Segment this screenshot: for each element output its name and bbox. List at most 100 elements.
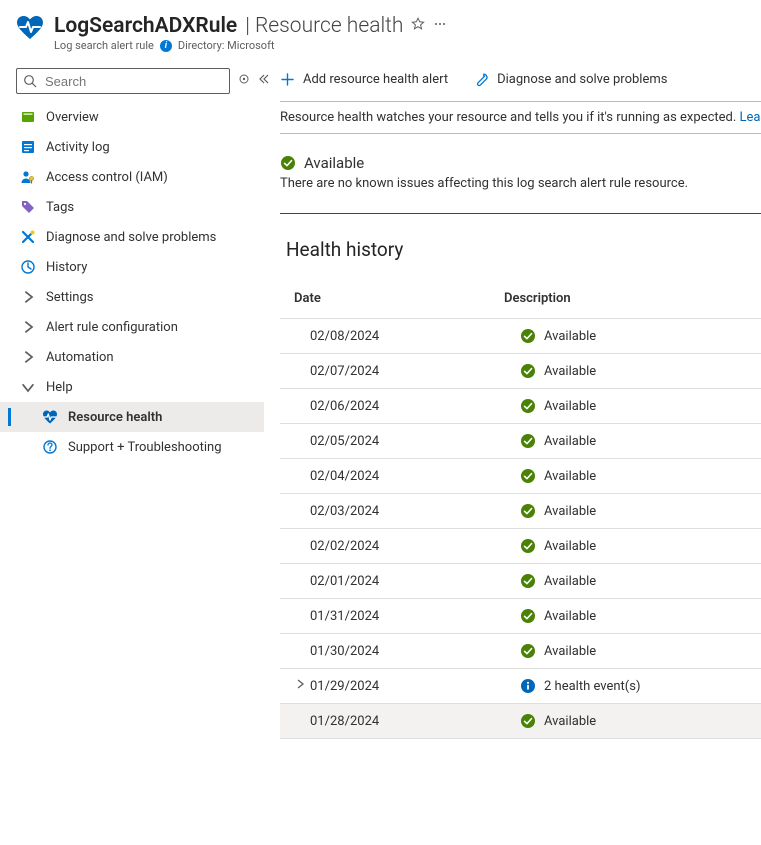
activity-log-icon bbox=[20, 139, 36, 155]
table-row[interactable]: 02/04/2024Available bbox=[280, 459, 761, 494]
status-ok-icon bbox=[520, 503, 536, 519]
status-ok-icon bbox=[520, 713, 536, 729]
cell-description: Available bbox=[520, 573, 761, 589]
favorite-star-icon[interactable] bbox=[411, 17, 425, 35]
diagnose-button[interactable]: Diagnose and solve problems bbox=[474, 72, 667, 87]
table-row[interactable]: 02/03/2024Available bbox=[280, 494, 761, 529]
page-header: LogSearchADXRule | Resource health Log s… bbox=[0, 0, 761, 58]
cell-date: 01/28/2024 bbox=[310, 714, 520, 729]
sidebar-search-input[interactable] bbox=[43, 73, 223, 90]
toolbar: Add resource health alert Diagnose and s… bbox=[280, 64, 761, 101]
table-row[interactable]: 02/01/2024Available bbox=[280, 564, 761, 599]
plus-icon bbox=[280, 72, 295, 87]
sidebar-item-label: Support + Troubleshooting bbox=[68, 440, 222, 455]
table-row[interactable]: 01/31/2024Available bbox=[280, 599, 761, 634]
cell-date: 02/06/2024 bbox=[310, 399, 520, 414]
cell-description: Available bbox=[520, 608, 761, 624]
table-row[interactable]: 02/08/2024Available bbox=[280, 319, 761, 354]
table-row[interactable]: 02/06/2024Available bbox=[280, 389, 761, 424]
table-header: Date Description bbox=[280, 283, 761, 319]
sidebar-item-activity-log[interactable]: Activity log bbox=[0, 132, 264, 162]
table-row[interactable]: 02/02/2024Available bbox=[280, 529, 761, 564]
sidebar-item-label: Diagnose and solve problems bbox=[46, 230, 216, 245]
chevron-down-icon bbox=[20, 379, 36, 395]
cell-date: 02/04/2024 bbox=[310, 469, 520, 484]
button-label: Add resource health alert bbox=[303, 72, 448, 87]
wrench-icon bbox=[474, 72, 489, 87]
sidebar-item-label: Alert rule configuration bbox=[46, 320, 178, 335]
sidebar-item-automation[interactable]: Automation bbox=[0, 342, 264, 372]
table-row[interactable]: 01/28/2024Available bbox=[280, 704, 761, 739]
table-row[interactable]: 02/07/2024Available bbox=[280, 354, 761, 389]
history-icon bbox=[20, 259, 36, 275]
status-label: Available bbox=[304, 154, 364, 172]
resource-type-label: Log search alert rule bbox=[54, 39, 154, 52]
iam-icon bbox=[20, 169, 36, 185]
learn-more-link[interactable]: Lea bbox=[740, 110, 761, 125]
sidebar-item-diagnose[interactable]: Diagnose and solve problems bbox=[0, 222, 264, 252]
cell-date: 01/29/2024 bbox=[310, 678, 520, 694]
chevron-right-icon bbox=[20, 319, 36, 335]
section-divider bbox=[280, 213, 761, 214]
sidebar-item-history[interactable]: History bbox=[0, 252, 264, 282]
health-history-table: Date Description 02/08/2024Available02/0… bbox=[280, 283, 761, 739]
col-header-description: Description bbox=[504, 291, 761, 306]
sidebar-item-iam[interactable]: Access control (IAM) bbox=[0, 162, 264, 192]
status-ok-icon bbox=[520, 643, 536, 659]
status-subtext: There are no known issues affecting this… bbox=[280, 176, 761, 191]
cell-description: Available bbox=[520, 433, 761, 449]
status-ok-icon bbox=[520, 538, 536, 554]
status-ok-icon bbox=[520, 573, 536, 589]
resource-health-icon bbox=[42, 409, 58, 425]
sidebar-item-tags[interactable]: Tags bbox=[0, 192, 264, 222]
page-title: LogSearchADXRule bbox=[54, 14, 237, 38]
cell-description: Available bbox=[520, 538, 761, 554]
status-ok-icon bbox=[520, 398, 536, 414]
sidebar-item-label: Access control (IAM) bbox=[46, 170, 168, 185]
cell-description: Available bbox=[520, 468, 761, 484]
expand-chevron-icon[interactable] bbox=[294, 678, 306, 690]
sidebar-item-help[interactable]: Help bbox=[0, 372, 264, 402]
sidebar-item-overview[interactable]: Overview bbox=[0, 102, 264, 132]
sidebar-item-support[interactable]: Support + Troubleshooting bbox=[0, 432, 264, 462]
status-ok-icon bbox=[520, 468, 536, 484]
sidebar-item-label: Automation bbox=[46, 350, 114, 365]
sidebar-item-resource-health[interactable]: Resource health bbox=[0, 402, 264, 432]
sidebar-item-settings[interactable]: Settings bbox=[0, 282, 264, 312]
main-content: Add resource health alert Diagnose and s… bbox=[264, 58, 761, 843]
table-row[interactable]: 02/05/2024Available bbox=[280, 424, 761, 459]
table-row[interactable]: 01/30/2024Available bbox=[280, 634, 761, 669]
info-bar: Resource health watches your resource an… bbox=[280, 101, 761, 134]
sidebar: Overview Activity log Access control (IA… bbox=[0, 58, 264, 843]
chevron-right-icon bbox=[20, 349, 36, 365]
cell-description: Available bbox=[520, 328, 761, 344]
sidebar-item-label: Overview bbox=[46, 110, 99, 125]
cell-description: 2 health event(s) bbox=[520, 678, 761, 694]
cell-date: 01/31/2024 bbox=[310, 609, 520, 624]
sidebar-pin-icon[interactable] bbox=[238, 73, 250, 89]
sidebar-item-label: Resource health bbox=[68, 410, 162, 425]
status-ok-icon bbox=[520, 433, 536, 449]
cell-description: Available bbox=[520, 398, 761, 414]
more-menu-icon[interactable] bbox=[433, 17, 447, 35]
directory-label: Directory: Microsoft bbox=[178, 39, 275, 52]
sidebar-item-label: Help bbox=[46, 380, 73, 395]
sidebar-item-label: Tags bbox=[46, 200, 74, 215]
cell-date: 02/05/2024 bbox=[310, 434, 520, 449]
support-icon bbox=[42, 439, 58, 455]
table-row[interactable]: 01/29/20242 health event(s) bbox=[280, 669, 761, 704]
cell-date: 02/08/2024 bbox=[310, 329, 520, 344]
status-block: Available There are no known issues affe… bbox=[280, 154, 761, 191]
cell-description: Available bbox=[520, 713, 761, 729]
status-ok-icon bbox=[520, 608, 536, 624]
add-health-alert-button[interactable]: Add resource health alert bbox=[280, 72, 448, 87]
sidebar-item-alert-config[interactable]: Alert rule configuration bbox=[0, 312, 264, 342]
cell-date: 02/02/2024 bbox=[310, 539, 520, 554]
sidebar-item-label: Settings bbox=[46, 290, 93, 305]
cell-description: Available bbox=[520, 363, 761, 379]
cell-date: 02/03/2024 bbox=[310, 504, 520, 519]
sidebar-item-label: History bbox=[46, 260, 87, 275]
cell-date: 02/01/2024 bbox=[310, 574, 520, 589]
sidebar-search-box[interactable] bbox=[16, 68, 230, 94]
col-header-date: Date bbox=[294, 291, 504, 306]
